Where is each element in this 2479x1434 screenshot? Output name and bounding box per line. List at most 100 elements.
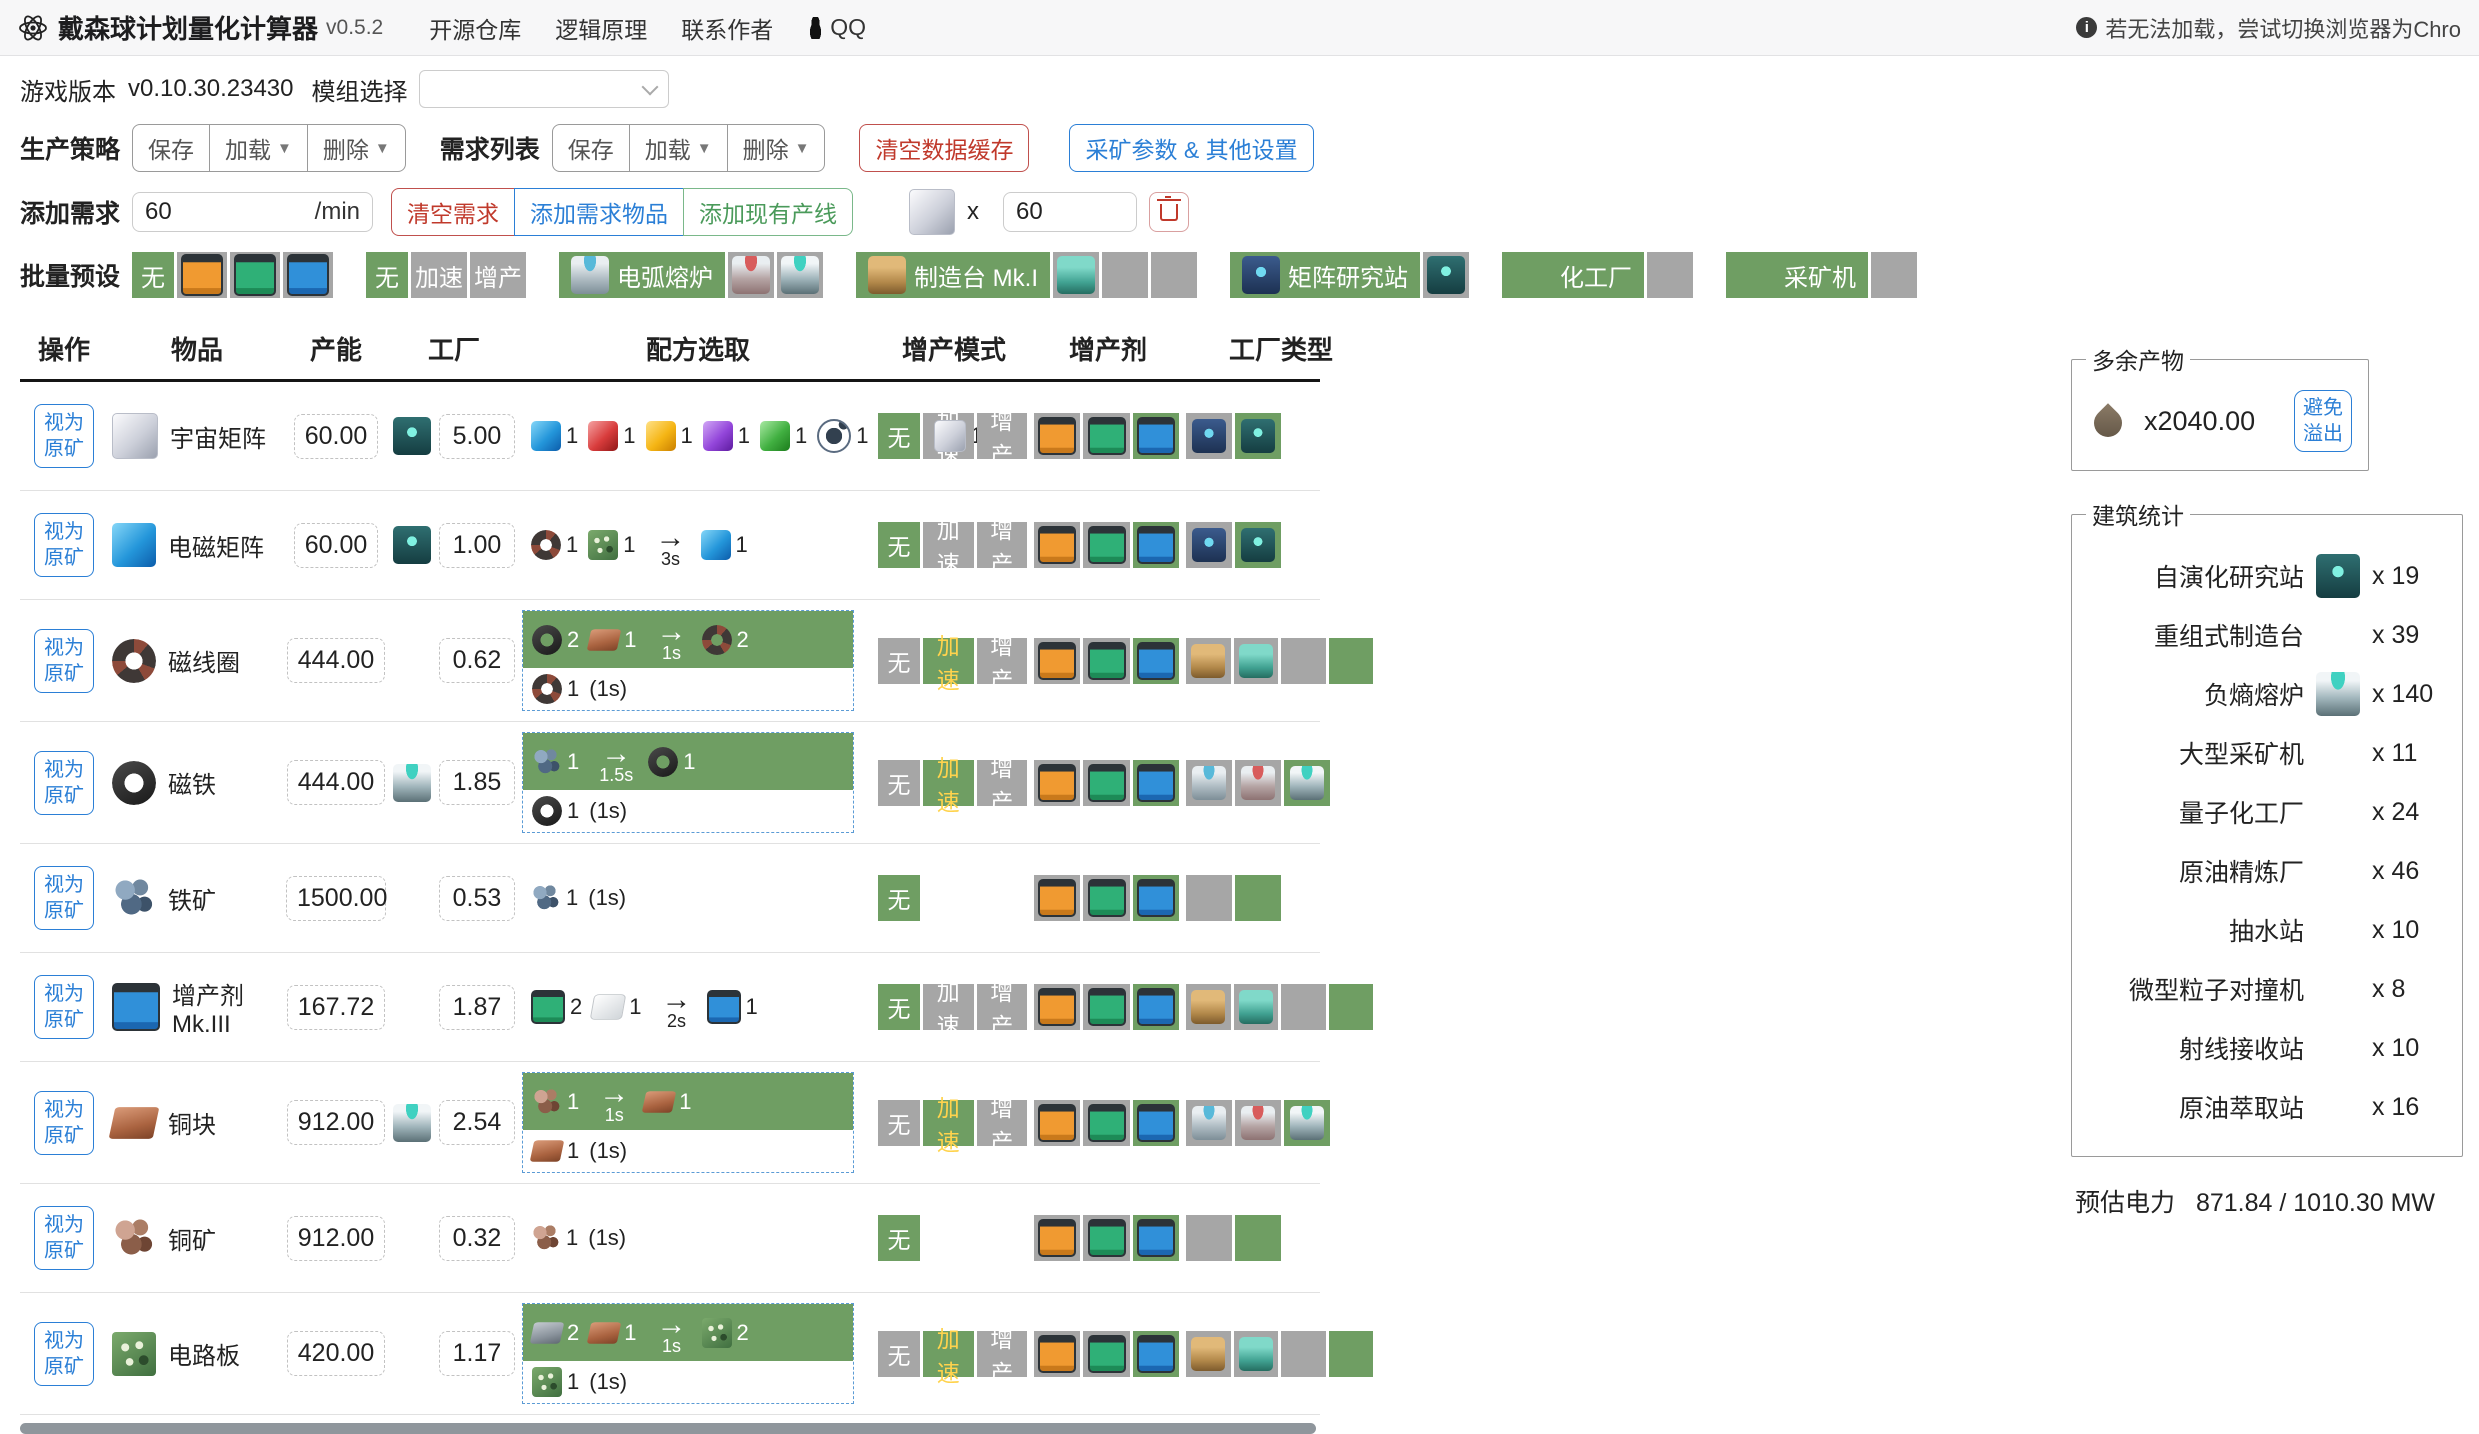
recipe-option[interactable]: 21→1s2: [523, 1304, 853, 1361]
mode-button-2[interactable]: 增产: [977, 1100, 1028, 1146]
mode-button-0[interactable]: 无: [878, 760, 920, 806]
demand-qty-input[interactable]: 60: [1003, 192, 1137, 232]
mode-button-2[interactable]: 增产: [977, 984, 1028, 1030]
chemical-preset-option-1[interactable]: [1647, 252, 1693, 298]
factory-type-button-1[interactable]: [1235, 413, 1281, 459]
view-as-ore-button[interactable]: 视为原矿: [34, 404, 94, 468]
view-as-ore-button[interactable]: 视为原矿: [34, 513, 94, 577]
factory-type-button-0[interactable]: [1186, 1215, 1232, 1261]
view-as-ore-button[interactable]: 视为原矿: [34, 629, 94, 693]
proliferator-button-2[interactable]: [1133, 1331, 1179, 1377]
factory-type-button-0[interactable]: [1186, 1331, 1231, 1377]
avoid-overflow-button[interactable]: 避免 溢出: [2294, 390, 2352, 452]
factory-count-value[interactable]: 1.87: [439, 985, 515, 1030]
nav-link-logic[interactable]: 逻辑原理: [555, 11, 647, 45]
output-rate-value[interactable]: 444.00: [287, 638, 385, 683]
output-rate-value[interactable]: 167.72: [287, 985, 385, 1030]
proliferator-preset-option-2[interactable]: [230, 252, 280, 298]
factory-type-button-3[interactable]: [1329, 984, 1374, 1030]
output-rate-value[interactable]: 60.00: [294, 414, 379, 459]
proliferator-button-1[interactable]: [1083, 875, 1129, 921]
factory-count-value[interactable]: 1.85: [439, 760, 515, 805]
proliferator-button-0[interactable]: [1034, 875, 1080, 921]
mode-button-0[interactable]: 无: [878, 1100, 920, 1146]
mode-button-1[interactable]: 加速: [923, 1100, 974, 1146]
factory-type-button-1[interactable]: [1235, 1100, 1281, 1146]
recipe-option[interactable]: 1→1s1: [523, 1073, 853, 1130]
factory-type-button-2[interactable]: [1284, 1100, 1330, 1146]
factory-type-button-2[interactable]: [1284, 760, 1330, 806]
mode-button-1[interactable]: 加速: [923, 522, 974, 568]
recipe-option[interactable]: 1→1.5s1: [523, 733, 853, 790]
remove-demand-button[interactable]: [1149, 192, 1189, 232]
mode-button-2[interactable]: 增产: [977, 413, 1028, 459]
factory-type-button-1[interactable]: [1235, 1215, 1281, 1261]
factory-type-button-3[interactable]: [1329, 638, 1374, 684]
mode-button-2[interactable]: 增产: [977, 1331, 1028, 1377]
proliferator-button-0[interactable]: [1034, 984, 1080, 1030]
factory-count-value[interactable]: 0.62: [439, 638, 515, 683]
view-as-ore-button[interactable]: 视为原矿: [34, 751, 94, 815]
output-rate-value[interactable]: 60.00: [294, 523, 379, 568]
recipe-option[interactable]: 1(1s): [523, 790, 853, 832]
output-rate-value[interactable]: 1500.00: [286, 876, 386, 921]
assembler-preset-option-0[interactable]: 制造台 Mk.I: [856, 252, 1050, 298]
factory-type-button-1[interactable]: [1234, 984, 1279, 1030]
mode-button-0[interactable]: 无: [878, 1331, 920, 1377]
mode-button-1[interactable]: 加速: [923, 1331, 974, 1377]
nav-link-contact[interactable]: 联系作者: [681, 11, 773, 45]
mode-preset-option-2[interactable]: 增产: [470, 252, 526, 298]
lab-preset-option-0[interactable]: 矩阵研究站: [1230, 252, 1420, 298]
proliferator-button-1[interactable]: [1083, 760, 1129, 806]
factory-type-button-1[interactable]: [1235, 875, 1281, 921]
demand-rate-input[interactable]: 60 /min: [132, 192, 373, 232]
mode-button-1[interactable]: 加速: [923, 760, 974, 806]
factory-count-value[interactable]: 1.17: [439, 1331, 515, 1376]
mining-settings-button[interactable]: 采矿参数 & 其他设置: [1069, 124, 1313, 172]
mode-button-2[interactable]: 增产: [977, 760, 1028, 806]
strategy-delete-button[interactable]: 删除▼: [307, 124, 406, 172]
mode-button-0[interactable]: 无: [878, 1215, 920, 1261]
proliferator-button-0[interactable]: [1034, 1331, 1080, 1377]
mode-button-2[interactable]: 增产: [977, 638, 1028, 684]
factory-type-button-0[interactable]: [1186, 522, 1232, 568]
miner-preset-option-1[interactable]: [1871, 252, 1917, 298]
factory-type-button-2[interactable]: [1281, 638, 1326, 684]
assembler-preset-option-2[interactable]: [1102, 252, 1148, 298]
factory-type-button-0[interactable]: [1186, 984, 1231, 1030]
recipe-option[interactable]: 21→1s2: [523, 611, 853, 668]
mode-button-2[interactable]: 增产: [977, 522, 1028, 568]
view-as-ore-button[interactable]: 视为原矿: [34, 975, 94, 1039]
proliferator-button-0[interactable]: [1034, 1100, 1080, 1146]
factory-count-value[interactable]: 1.00: [439, 523, 515, 568]
factory-count-value[interactable]: 0.32: [439, 1216, 515, 1261]
proliferator-button-0[interactable]: [1034, 638, 1080, 684]
proliferator-button-1[interactable]: [1083, 522, 1129, 568]
lab-preset-option-1[interactable]: [1423, 252, 1469, 298]
factory-type-button-0[interactable]: [1186, 638, 1231, 684]
miner-preset-option-0[interactable]: 采矿机: [1726, 252, 1868, 298]
add-demand-item-button[interactable]: 添加需求物品: [514, 188, 684, 236]
proliferator-button-1[interactable]: [1083, 1100, 1129, 1146]
recipe-option[interactable]: 1(1s): [523, 668, 853, 710]
mode-button-0[interactable]: 无: [878, 875, 920, 921]
proliferator-button-1[interactable]: [1083, 1331, 1129, 1377]
mode-button-1[interactable]: 加速: [923, 984, 974, 1030]
factory-type-button-0[interactable]: [1186, 875, 1232, 921]
view-as-ore-button[interactable]: 视为原矿: [34, 866, 94, 930]
proliferator-button-0[interactable]: [1034, 522, 1080, 568]
proliferator-button-2[interactable]: [1133, 984, 1179, 1030]
factory-count-value[interactable]: 2.54: [439, 1100, 515, 1145]
factory-type-button-1[interactable]: [1234, 638, 1279, 684]
mode-button-1[interactable]: 加速: [923, 638, 974, 684]
mod-select[interactable]: [419, 70, 669, 108]
factory-count-value[interactable]: 0.53: [439, 876, 515, 921]
factory-count-value[interactable]: 5.00: [439, 414, 515, 459]
proliferator-button-2[interactable]: [1133, 413, 1179, 459]
demand-delete-button[interactable]: 删除▼: [727, 124, 826, 172]
output-rate-value[interactable]: 912.00: [287, 1100, 385, 1145]
factory-type-button-2[interactable]: [1281, 1331, 1326, 1377]
mode-button-0[interactable]: 无: [878, 522, 920, 568]
mode-button-0[interactable]: 无: [878, 638, 920, 684]
proliferator-button-0[interactable]: [1034, 760, 1080, 806]
